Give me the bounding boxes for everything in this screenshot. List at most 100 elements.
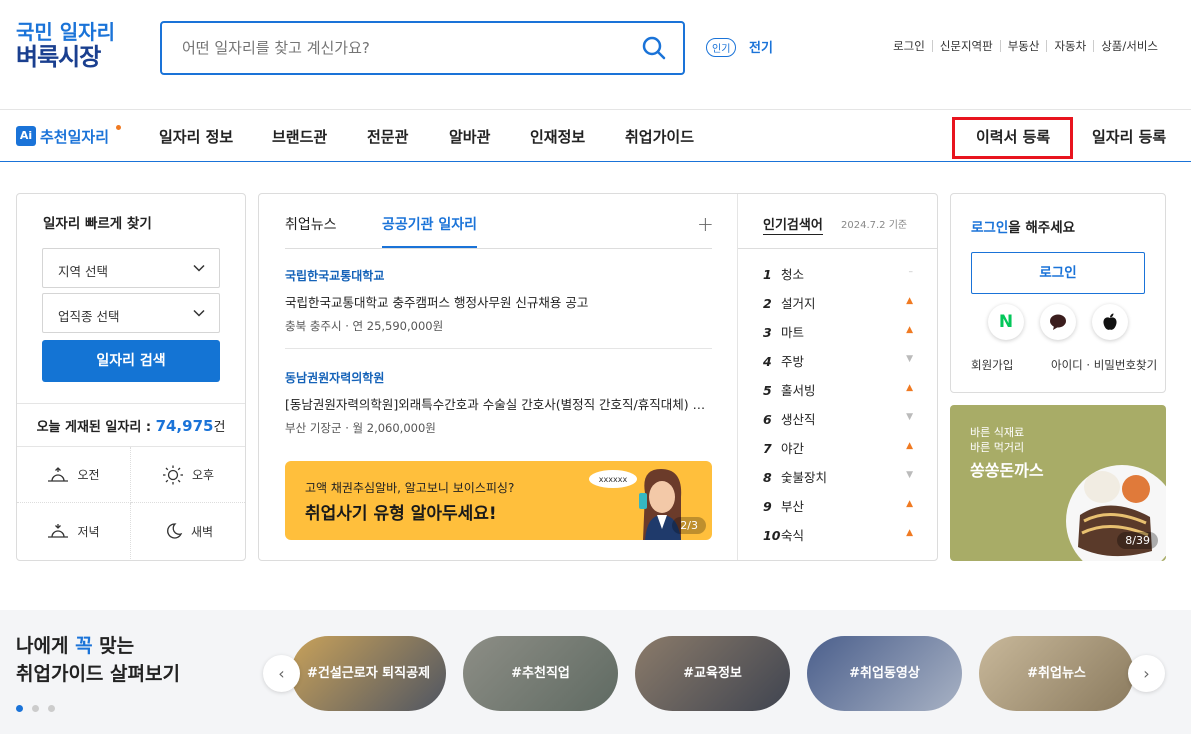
guide-card-construction[interactable]: #건설근로자 퇴직공제 (291, 636, 446, 711)
guide-heading-c: 맞는 (92, 635, 135, 657)
tab-public-jobs[interactable]: 공공기관 일자리 (382, 214, 478, 248)
region-select[interactable]: 지역 선택 (42, 248, 220, 288)
trend-badge: 인기 (706, 38, 737, 57)
plus-icon[interactable]: + (697, 212, 714, 236)
today-count: 오늘 게재된 일자리 : 74,975건 (17, 416, 245, 435)
carousel-dot[interactable] (48, 705, 55, 712)
popular-rank: 1 (763, 267, 772, 282)
category-select[interactable]: 업직종 선택 (42, 293, 220, 333)
toplink-newspaper[interactable]: 신문지역판 (931, 40, 1000, 52)
time-dawn-label: 새벽 (190, 524, 214, 539)
popular-word: 홀서빙 (781, 383, 816, 398)
scam-warning-banner[interactable]: 고액 채권추심알바, 알고보니 보이스피싱? 취업사기 유형 알아두세요! xx… (285, 461, 712, 540)
apple-icon (1103, 313, 1117, 330)
popular-rank: 2 (763, 296, 772, 311)
popular-item[interactable]: 3 마트 ▲ (763, 322, 913, 342)
login-link[interactable]: 로그인 (971, 220, 1008, 236)
today-label: 오늘 게재된 일자리 : (36, 420, 152, 435)
chevron-down-icon (193, 264, 205, 272)
job-org: 동남권원자력의학원 (285, 371, 385, 385)
nav-recommend[interactable]: 추천일자리 (40, 126, 109, 147)
popular-item[interactable]: 9 부산 ▲ (763, 496, 913, 516)
naver-login-icon[interactable]: N (988, 304, 1024, 340)
job-search-button[interactable]: 일자리 검색 (42, 340, 220, 382)
carousel-dot[interactable] (32, 705, 39, 712)
job-pay: · 연 25,590,000원 (345, 319, 444, 333)
arrow-down-icon: ▼ (906, 470, 913, 480)
carousel-dot-active[interactable] (16, 705, 23, 712)
region-select-label: 지역 선택 (58, 264, 108, 279)
search-input[interactable] (182, 35, 622, 61)
popular-word: 마트 (781, 325, 805, 340)
popular-item[interactable]: 1 청소 – (763, 264, 913, 284)
site-logo[interactable]: 국민 일자리 벼룩시장 (16, 20, 136, 70)
job-meta: 충북 충주시 · 연 25,590,000원 (285, 318, 712, 334)
sun-icon (162, 465, 183, 484)
guide-heading-a: 나에게 (16, 635, 76, 657)
popular-item[interactable]: 4 주방 ▼ (763, 351, 913, 371)
popular-rank: 7 (763, 441, 772, 456)
chevron-down-icon (193, 309, 205, 317)
nav-expert[interactable]: 전문관 (367, 126, 408, 147)
time-evening[interactable]: 저녁 (17, 503, 131, 559)
nav-alba[interactable]: 알바관 (449, 126, 490, 147)
popular-word: 생산직 (781, 412, 816, 427)
guide-heading-2: 취업가이드 살펴보기 (16, 663, 180, 685)
popular-date: 2024.7.2 기준 (841, 220, 908, 231)
toplink-goods[interactable]: 상품/서비스 (1093, 40, 1165, 52)
nav-job-info[interactable]: 일자리 정보 (159, 126, 233, 147)
login-button[interactable]: 로그인 (971, 252, 1145, 294)
popular-rank: 3 (763, 325, 772, 340)
apple-login-icon[interactable] (1092, 304, 1128, 340)
toplink-realestate[interactable]: 부동산 (999, 40, 1047, 52)
ad-line2: 바른 먹거리 (970, 441, 1025, 454)
guide-card-news[interactable]: #취업뉴스 (979, 636, 1134, 711)
nav-guide[interactable]: 취업가이드 (625, 126, 694, 147)
top-links: 로그인 신문지역판 부동산 자동차 상품/서비스 (886, 40, 1165, 52)
find-account-link[interactable]: 아이디 · 비밀번호찾기 (1051, 357, 1157, 373)
popular-item[interactable]: 6 생산직 ▼ (763, 409, 913, 429)
ad-brand: 쏭쏭돈까스 (970, 461, 1044, 480)
trend-keyword[interactable]: 전기 (749, 37, 773, 56)
popular-rank: 8 (763, 470, 772, 485)
arrow-up-icon: ▲ (906, 499, 913, 509)
time-dawn[interactable]: 새벽 (131, 503, 245, 559)
guide-card-recommend[interactable]: #추천직업 (463, 636, 618, 711)
toplink-car[interactable]: 자동차 (1046, 40, 1093, 52)
today-unit: 건 (213, 420, 226, 435)
time-morning[interactable]: 오전 (17, 447, 131, 503)
restaurant-ad[interactable]: 바른 식재료 바른 먹거리 쏭쏭돈까스 8/39 (950, 405, 1166, 561)
chevron-right-icon[interactable]: › (1128, 655, 1165, 692)
job-item[interactable]: 국립한국교통대학교 국립한국교통대학교 충주캠퍼스 행정사무원 신규채용 공고 … (285, 267, 712, 334)
login-message-rest: 을 해주세요 (1008, 220, 1076, 236)
moon-icon (167, 523, 183, 539)
job-location: 충북 충주시 (285, 319, 342, 333)
chevron-left-icon[interactable]: ‹ (263, 655, 300, 692)
search-icon[interactable] (641, 35, 667, 61)
nav-job-register[interactable]: 일자리 등록 (1092, 126, 1166, 147)
signup-link[interactable]: 회원가입 (971, 357, 1013, 373)
nav-brand[interactable]: 브랜드관 (272, 126, 327, 147)
guide-card-video[interactable]: #취업동영상 (807, 636, 962, 711)
guide-card-education[interactable]: #교육정보 (635, 636, 790, 711)
divider (17, 403, 245, 404)
popular-item[interactable]: 5 홀서빙 ▲ (763, 380, 913, 400)
popular-item[interactable]: 7 야간 ▲ (763, 438, 913, 458)
toplink-login[interactable]: 로그인 (886, 40, 932, 52)
tab-job-news[interactable]: 취업뉴스 (285, 214, 337, 234)
banner-title: 취업사기 유형 알아두세요! (305, 504, 497, 524)
nav-talent[interactable]: 인재정보 (530, 126, 585, 147)
divider (738, 248, 937, 249)
main-nav: Ai 추천일자리 일자리 정보 브랜드관 전문관 알바관 인재정보 취업가이드 … (0, 110, 1191, 162)
popular-item[interactable]: 2 설거지 ▲ (763, 293, 913, 313)
popular-item[interactable]: 10숙식 ▲ (763, 525, 913, 545)
time-afternoon[interactable]: 오후 (131, 447, 245, 503)
popular-rank: 4 (763, 354, 772, 369)
kakao-login-icon[interactable] (1040, 304, 1076, 340)
job-item[interactable]: 동남권원자력의학원 [동남권원자력의학원]외래특수간호과 수술실 간호사(별정직… (285, 369, 712, 436)
popular-word: 청소 (781, 267, 805, 282)
nav-resume-register[interactable]: 이력서 등록 (976, 126, 1050, 147)
job-pay: · 월 2,060,000원 (345, 421, 436, 435)
popular-item[interactable]: 8 숯불장치 ▼ (763, 467, 913, 487)
arrow-down-icon: ▼ (906, 354, 913, 364)
